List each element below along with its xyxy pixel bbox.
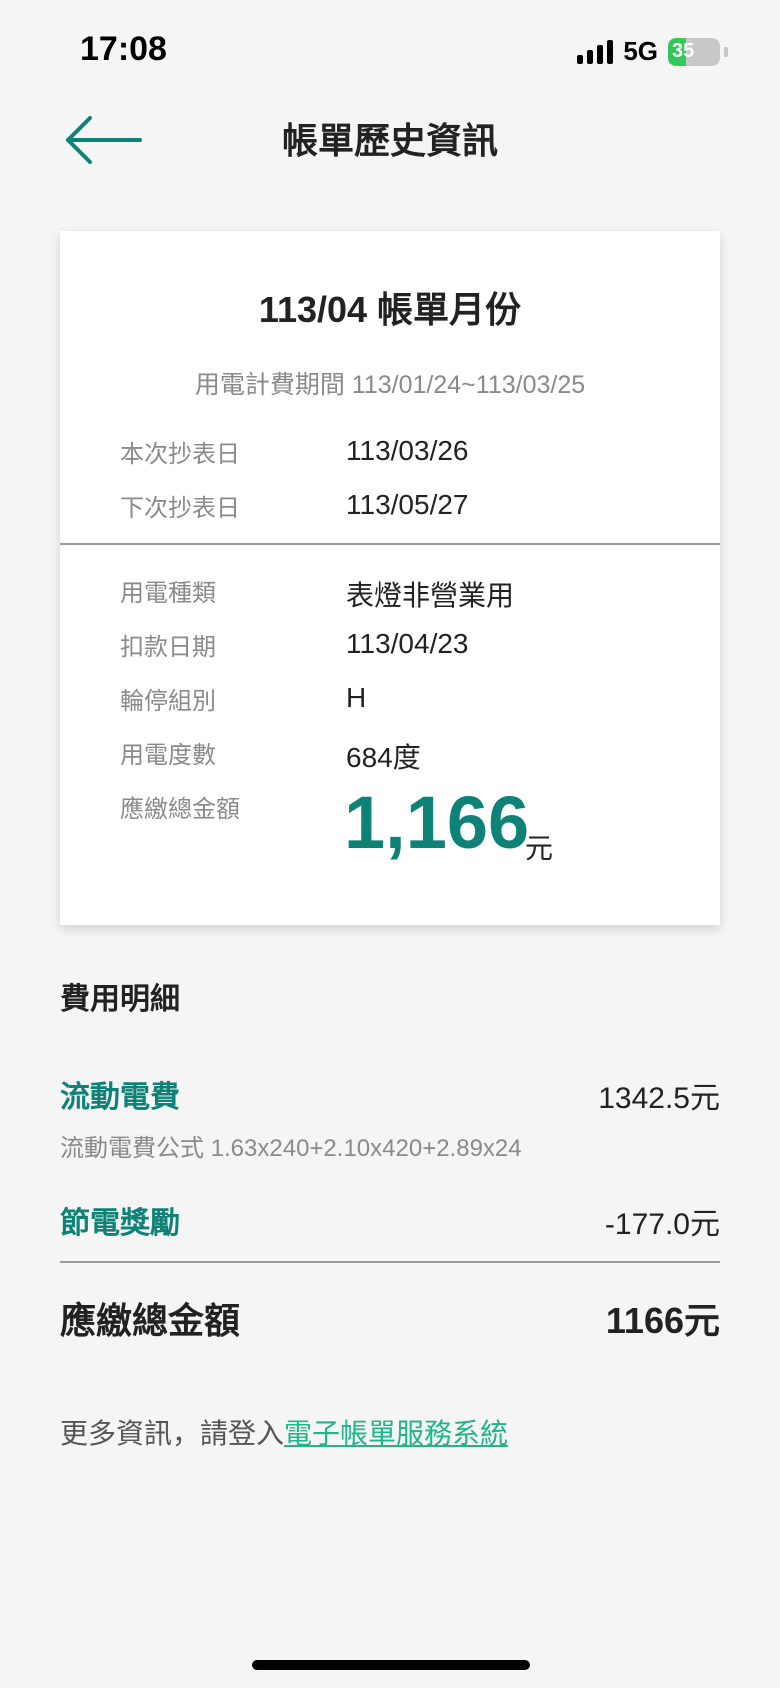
fee-total-value: 1166元 [605, 1300, 720, 1341]
debit-date-value: 113/04/23 [346, 628, 469, 659]
usage-type-label: 用電種類 [120, 580, 216, 607]
fee-detail-title: 費用明細 [60, 983, 180, 1016]
e-bill-system-link[interactable]: 電子帳單服務系統 [284, 1418, 508, 1449]
energy-charge-formula: 流動電費公式 1.63x240+2.10x420+2.89x24 [60, 1135, 522, 1162]
saving-reward-amount: -177.0元 [604, 1208, 720, 1241]
network-type: 5G [623, 36, 658, 66]
billing-period: 用電計費期間 113/01/24~113/03/25 [194, 371, 586, 399]
more-info-prefix: 更多資訊，請登入 [60, 1418, 285, 1449]
fee-total-label: 應繳總金額 [60, 1300, 241, 1341]
home-indicator[interactable] [252, 1660, 530, 1670]
cellular-signal-icon [577, 39, 614, 64]
battery-level: 35 [672, 40, 695, 62]
outage-group-label: 輪停組別 [120, 688, 216, 715]
debit-date-label: 扣款日期 [120, 634, 216, 661]
screen: 17:08 5G 35 帳單歷史資訊 113/04 帳單月份 用電計費期間 11… [0, 0, 780, 1688]
battery-icon: 35 [668, 37, 720, 66]
battery-cap [724, 46, 728, 57]
saving-reward-label: 節電獎勵 [60, 1207, 180, 1240]
usage-kwh-value: 684度 [346, 742, 421, 773]
page-title: 帳單歷史資訊 [281, 120, 498, 161]
more-info-text: 更多資訊，請登入電子帳單服務系統 [60, 1412, 508, 1452]
total-due-label: 應繳總金額 [120, 796, 240, 823]
usage-kwh-label: 用電度數 [120, 742, 216, 769]
reading-date-label: 本次抄表日 [120, 441, 240, 468]
outage-group-value: H [346, 682, 367, 713]
total-due-amount: 1,166 [344, 781, 530, 864]
card-divider [60, 543, 720, 545]
next-reading-date-value: 113/05/27 [346, 489, 469, 520]
status-icons: 5G 35 [577, 36, 728, 67]
usage-type-value: 表燈非營業用 [346, 580, 515, 611]
energy-charge-amount: 1342.5元 [598, 1082, 720, 1115]
total-due-unit: 元 [525, 833, 554, 864]
bill-card: 113/04 帳單月份 用電計費期間 113/01/24~113/03/25 本… [60, 231, 720, 925]
next-reading-date-label: 下次抄表日 [120, 495, 240, 522]
fee-divider [60, 1261, 720, 1263]
energy-charge-label: 流動電費 [60, 1081, 180, 1114]
bill-month-title: 113/04 帳單月份 [258, 289, 522, 330]
status-time: 17:08 [80, 30, 167, 68]
reading-date-value: 113/03/26 [346, 435, 469, 466]
